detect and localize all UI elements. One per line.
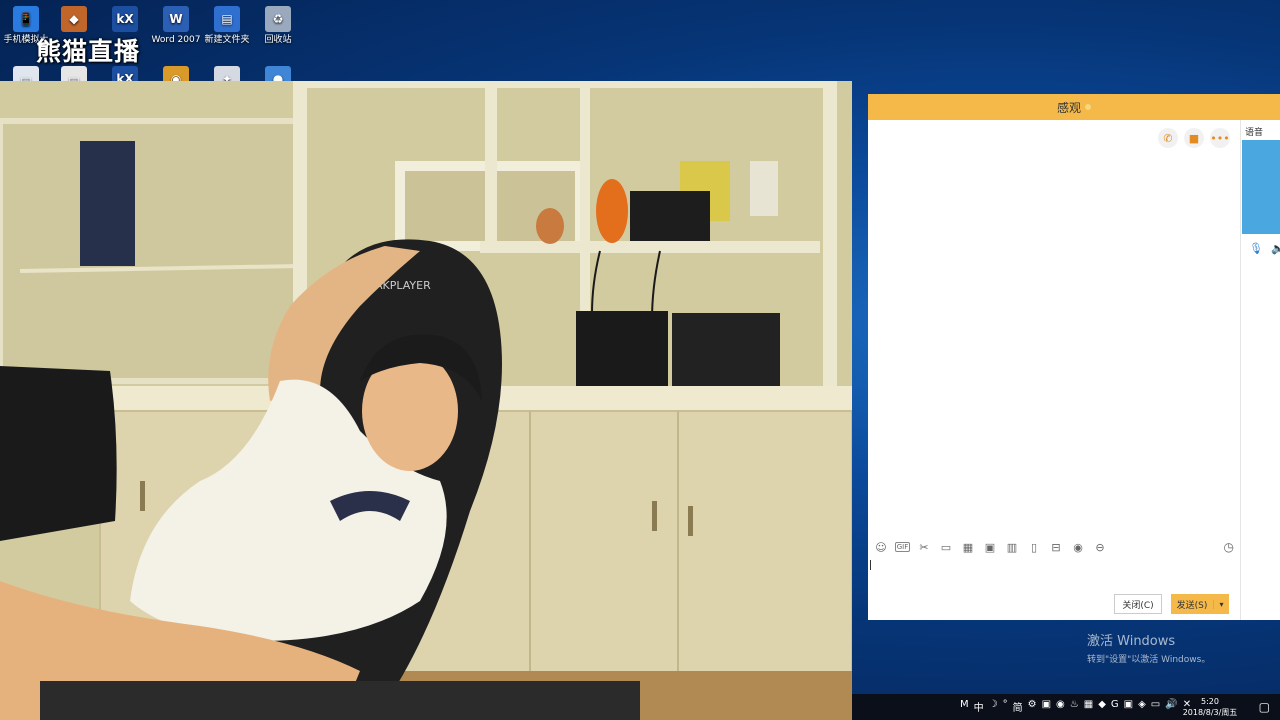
desktop-icon[interactable]: ♻ 回收站: [252, 6, 304, 46]
delete-icon[interactable]: ⊟: [1048, 540, 1064, 554]
tray-icon[interactable]: ▣: [1124, 699, 1133, 714]
tray-icon[interactable]: ◈: [1138, 699, 1146, 714]
desktop-icon[interactable]: ▤ 新建文件夹: [201, 6, 253, 46]
video-icon[interactable]: ■: [1184, 128, 1204, 148]
tray-icon[interactable]: G: [1111, 699, 1119, 714]
tray-icon[interactable]: ◆: [1098, 699, 1106, 714]
chat-window: 感观 ✆ ■ ••• ☺ GIF ✂ ▭ ▦ ▣ ▥ ▯ ⊟ ◉ ⊖ ◷ 关闭(…: [868, 94, 1280, 620]
clock-time: 5:20: [1201, 697, 1219, 706]
gif-icon[interactable]: GIF: [895, 542, 910, 552]
chat-main: ✆ ■ ••• ☺ GIF ✂ ▭ ▦ ▣ ▥ ▯ ⊟ ◉ ⊖ ◷ 关闭(C) …: [868, 120, 1240, 620]
tray-icon[interactable]: ♨: [1070, 699, 1079, 714]
tray-icon[interactable]: ▭: [1151, 699, 1160, 714]
voice-panel-title: 语音: [1245, 128, 1264, 138]
desktop-icon[interactable]: W Word 2007: [150, 6, 202, 46]
send-button-label: 发送(S): [1176, 600, 1208, 611]
minus-icon[interactable]: ⊖: [1092, 540, 1108, 554]
microphone-icon[interactable]: 🎙: [1249, 242, 1263, 255]
desktop-icon-label: 新建文件夹: [204, 35, 250, 45]
chevron-down-icon[interactable]: ▾: [1213, 599, 1229, 609]
notification-icon[interactable]: ▢: [1259, 700, 1270, 714]
input-toolbar: ☺ GIF ✂ ▭ ▦ ▣ ▥ ▯ ⊟ ◉ ⊖: [873, 540, 1108, 554]
tray-icon[interactable]: 🔊: [1165, 699, 1177, 714]
phone-small-icon[interactable]: ▯: [1026, 540, 1042, 554]
desktop-icon[interactable]: kX: [99, 6, 151, 35]
activate-windows-notice: 激活 Windows 转到"设置"以激活 Windows。: [1087, 630, 1210, 665]
chat-top-tools: ✆ ■ •••: [1158, 128, 1230, 148]
music-icon[interactable]: ◉: [1070, 540, 1086, 554]
taskbar-clock[interactable]: 5:20 2018/8/3/周五: [1178, 696, 1242, 718]
online-status-icon: [1085, 104, 1091, 110]
more-icon[interactable]: •••: [1210, 128, 1230, 148]
message-area[interactable]: [868, 120, 1240, 530]
folder-icon: ▤: [214, 6, 240, 32]
system-tray: M 中 ☽ ° 简 ⚙ ▣ ◉ ♨ ▦ ◆ G ▣ ◈ ▭ 🔊 ✕: [960, 699, 1191, 714]
chat-title: 感观: [1056, 100, 1081, 115]
tray-icon[interactable]: ⚙: [1028, 699, 1037, 714]
folder-icon[interactable]: ▭: [938, 540, 954, 554]
recycle-bin-icon: ♻: [265, 6, 291, 32]
tray-icon[interactable]: M: [960, 699, 969, 714]
word-icon: W: [163, 6, 189, 32]
chat-title-bar[interactable]: 感观: [868, 94, 1280, 120]
send-button[interactable]: 发送(S) ▾: [1171, 594, 1229, 614]
taskbar: M 中 ☽ ° 简 ⚙ ▣ ◉ ♨ ▦ ◆ G ▣ ◈ ▭ 🔊 ✕ 5:20 2018/8/3/周五 ▢: [852, 694, 1280, 720]
voice-controls: 🎙 🔈: [1249, 242, 1280, 255]
emoji-icon[interactable]: ☺: [873, 540, 889, 554]
tray-icon[interactable]: ▣: [1042, 699, 1051, 714]
tray-icon[interactable]: 简: [1013, 699, 1023, 714]
desktop-icon-label: 回收站: [264, 35, 292, 45]
game-icon: ◆: [61, 6, 87, 32]
text-caret: [870, 560, 871, 570]
voice-video-preview: [1242, 140, 1280, 234]
kx-app-icon: kX: [112, 6, 138, 32]
scissors-icon[interactable]: ✂: [916, 540, 932, 554]
activate-title: 激活 Windows: [1087, 634, 1176, 649]
clock-date: 2018/8/3/周五: [1182, 708, 1238, 717]
voice-side-panel: 语音 🎙 🔈: [1240, 120, 1280, 620]
phone-emulator-icon: 📱: [13, 6, 39, 32]
screenshot-icon[interactable]: ▥: [1004, 540, 1020, 554]
webcam-feed: AKPLAYER: [0, 81, 852, 720]
tray-icon[interactable]: °: [1003, 699, 1008, 714]
apps-icon[interactable]: ▦: [960, 540, 976, 554]
tray-icon[interactable]: ☽: [989, 699, 998, 714]
desktop-icon-label: Word 2007: [151, 35, 201, 45]
tray-icon[interactable]: ▦: [1084, 699, 1093, 714]
webcam-scene: AKPLAYER: [0, 81, 852, 720]
tray-icon[interactable]: ◉: [1056, 699, 1065, 714]
tray-icon[interactable]: 中: [974, 699, 984, 714]
speaker-icon[interactable]: 🔈: [1271, 242, 1280, 255]
image-icon[interactable]: ▣: [982, 540, 998, 554]
activate-subtitle: 转到"设置"以激活 Windows。: [1087, 655, 1211, 665]
history-clock-icon[interactable]: ◷: [1224, 540, 1234, 554]
desktop-icon[interactable]: ◆: [48, 6, 100, 35]
phone-icon[interactable]: ✆: [1158, 128, 1178, 148]
close-button[interactable]: 关闭(C): [1114, 594, 1162, 614]
stream-watermark: 熊猫直播: [36, 37, 141, 66]
